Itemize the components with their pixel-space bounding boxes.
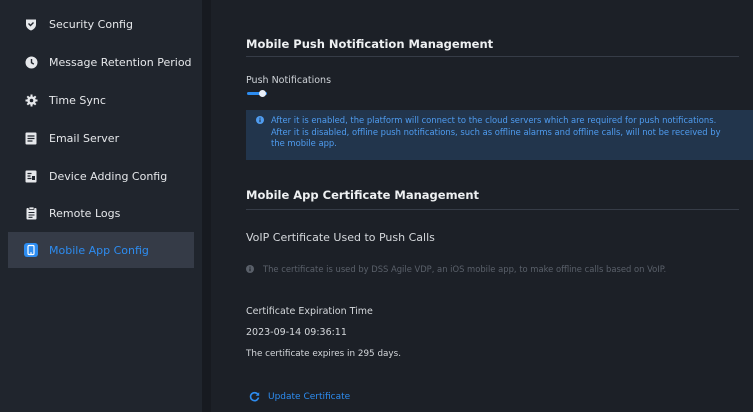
voip-hint: The certificate is used by DSS Agile VDP… (246, 264, 666, 274)
expiration-label: Certificate Expiration Time (246, 306, 373, 317)
sidebar-item-email-server[interactable]: Email Server (8, 120, 194, 156)
update-certificate-button[interactable]: Update Certificate (249, 391, 350, 402)
device-icon (24, 169, 38, 183)
toggle-knob (259, 90, 266, 97)
app-window: Security Config Message Retention Period… (0, 0, 753, 412)
clock-icon (24, 55, 38, 69)
info-icon (256, 116, 264, 124)
shield-icon (24, 17, 38, 31)
sidebar-item-label: Security Config (49, 17, 133, 31)
sidebar-item-device-adding-config[interactable]: Device Adding Config (8, 158, 194, 194)
push-notifications-label: Push Notifications (246, 75, 332, 86)
refresh-icon (249, 391, 260, 402)
log-icon (24, 206, 38, 220)
voip-certificate-title: VoIP Certificate Used to Push Calls (246, 231, 435, 244)
expiration-value: 2023-09-14 09:36:11 (246, 327, 347, 338)
sidebar-item-label: Mobile App Config (49, 243, 149, 257)
main-content: Mobile Push Notification Management Push… (211, 0, 753, 412)
push-notifications-toggle[interactable] (247, 90, 267, 98)
sidebar-item-label: Time Sync (49, 93, 106, 107)
section-divider (246, 209, 739, 210)
push-info-text: After it is enabled, the platform will c… (271, 115, 721, 148)
sidebar-item-mobile-app-config[interactable]: Mobile App Config (8, 232, 194, 268)
sidebar-divider (202, 0, 211, 412)
section-divider (246, 56, 739, 57)
cert-section-title: Mobile App Certificate Management (246, 188, 480, 202)
sidebar: Security Config Message Retention Period… (0, 0, 202, 412)
email-icon (24, 131, 38, 145)
sidebar-item-label: Remote Logs (49, 206, 121, 220)
sidebar-item-label: Device Adding Config (49, 169, 168, 183)
update-certificate-label: Update Certificate (268, 391, 351, 402)
sidebar-item-message-retention[interactable]: Message Retention Period (8, 44, 194, 80)
sidebar-item-remote-logs[interactable]: Remote Logs (8, 195, 194, 231)
gear-icon (24, 93, 38, 107)
sidebar-item-label: Message Retention Period (49, 55, 192, 69)
sidebar-item-time-sync[interactable]: Time Sync (8, 82, 194, 118)
voip-hint-text: The certificate is used by DSS Agile VDP… (263, 264, 667, 274)
info-icon (246, 265, 254, 273)
sidebar-item-label: Email Server (49, 131, 120, 145)
push-info-box: After it is enabled, the platform will c… (246, 110, 753, 160)
expires-note: The certificate expires in 295 days. (246, 349, 402, 359)
mobile-icon (24, 243, 38, 257)
sidebar-item-security-config[interactable]: Security Config (8, 6, 194, 42)
push-section-title: Mobile Push Notification Management (246, 37, 494, 51)
